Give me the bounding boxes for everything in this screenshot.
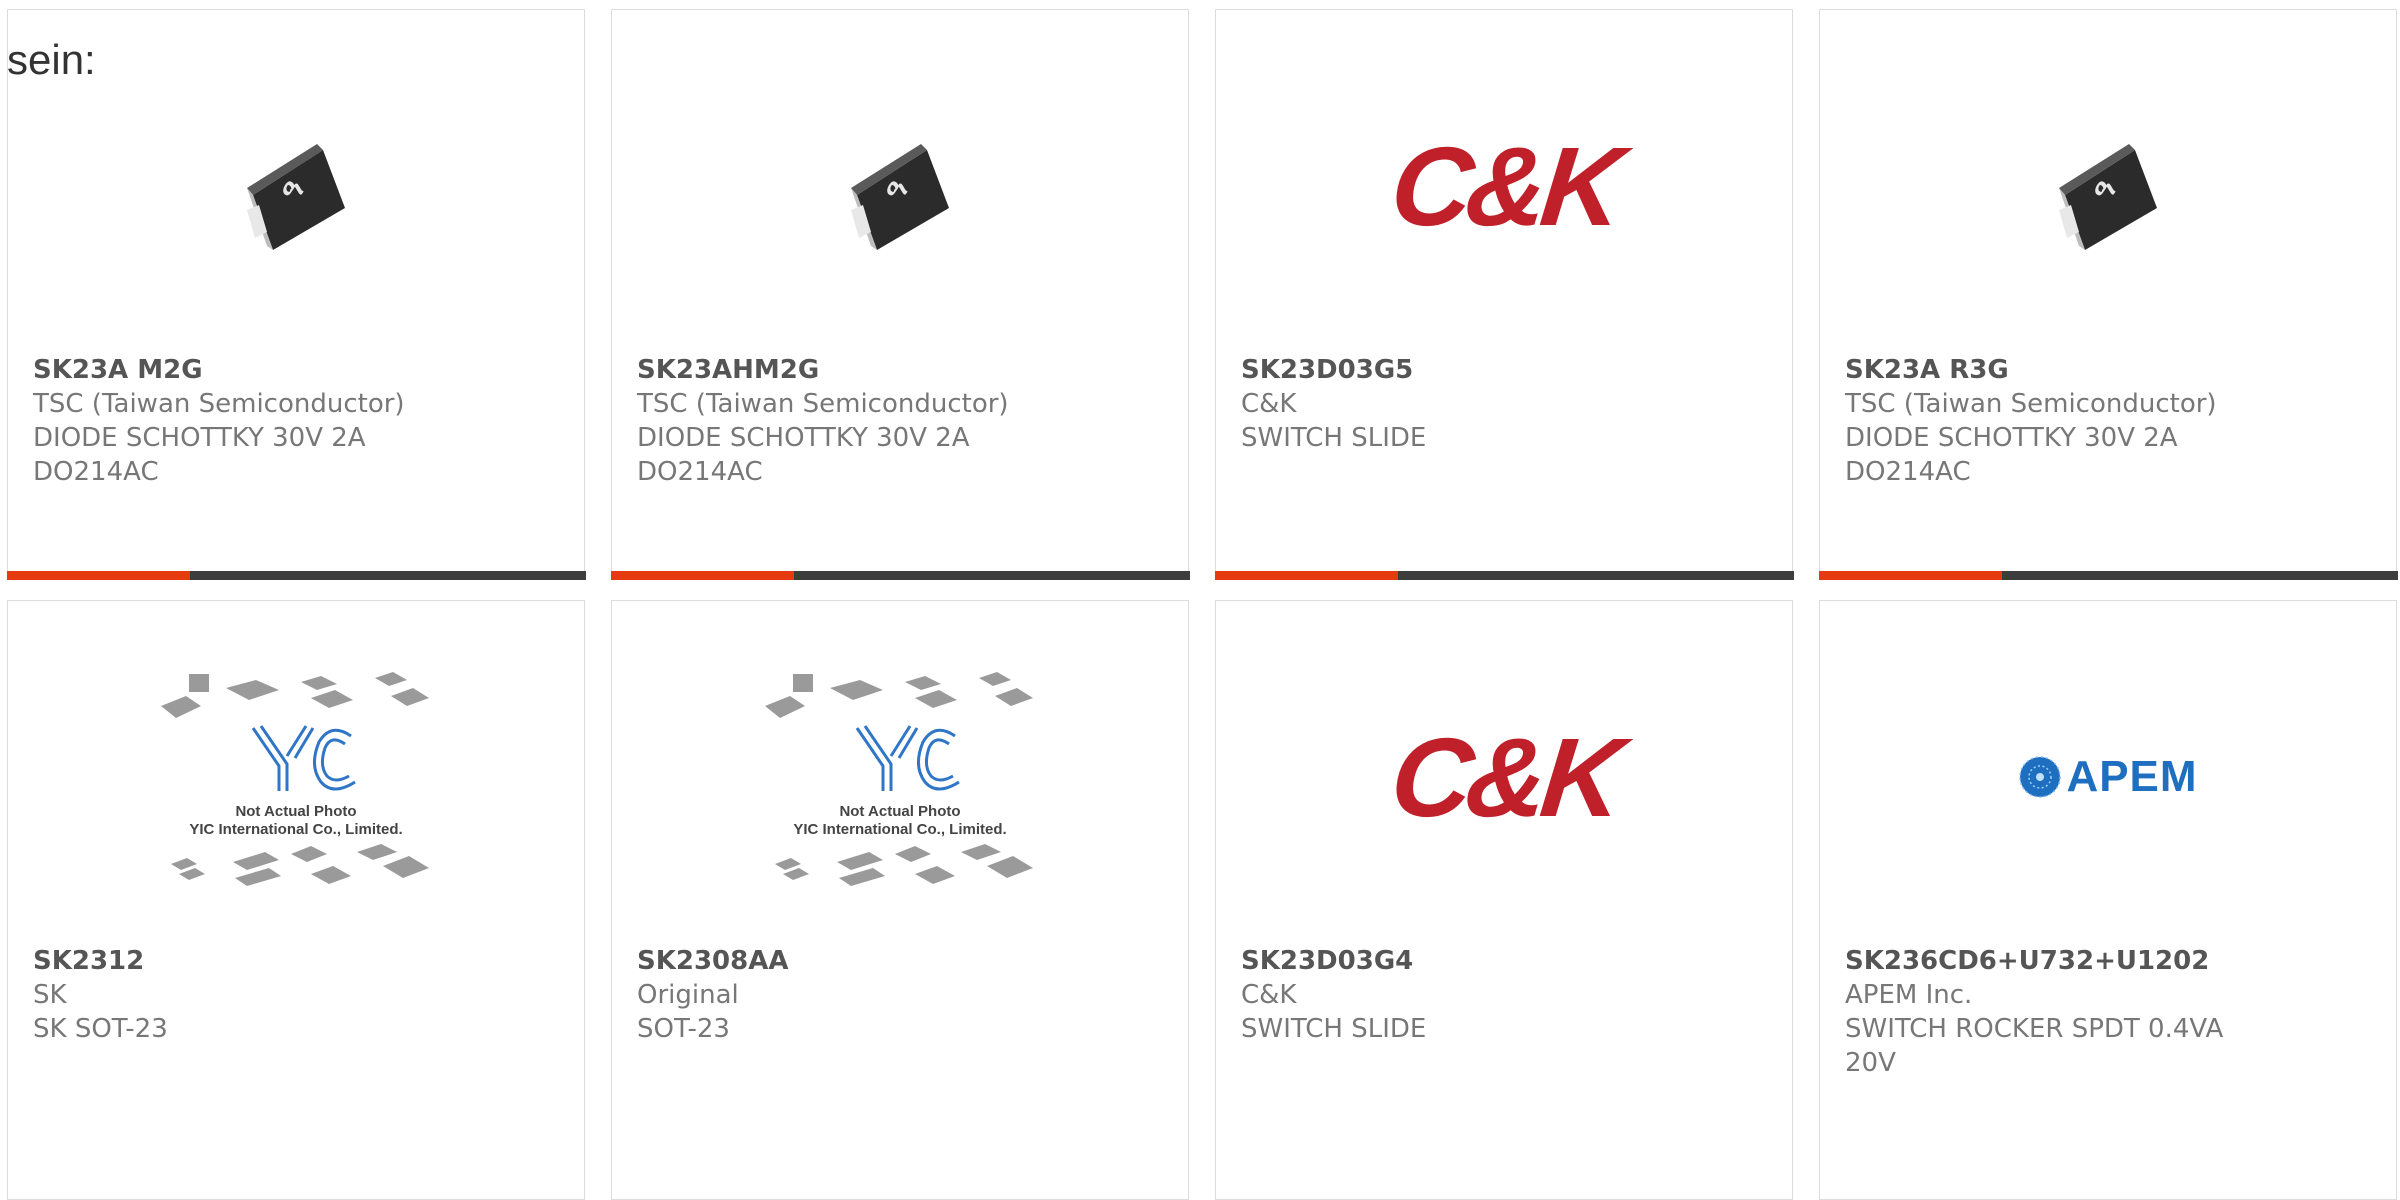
product-grid: ዓ SK23A M2G TSC (Taiwan Semiconductor) D… [6,9,2400,1200]
product-image: C&K [1216,60,1792,330]
product-card[interactable]: ዓ SK23AHM2G TSC (Taiwan Semiconductor) D… [610,9,1190,580]
ck-logo: C&K [1385,122,1623,251]
yic-caption: YIC International Co., Limited. [793,821,1006,838]
card-accent-bar [1818,570,2398,580]
product-image: ዓ [8,60,584,330]
yic-caption: YIC International Co., Limited. [189,821,402,838]
apem-logo-text: APEM [2066,752,2198,801]
product-image: APEM [1820,651,2396,921]
part-number: SK23A M2G [33,355,203,385]
part-number: SK2308AA [637,946,789,976]
description-line: SWITCH SLIDE [1241,423,1427,453]
manufacturer: TSC (Taiwan Semiconductor) [637,389,1009,419]
description-line: SWITCH SLIDE [1241,1014,1427,1044]
yic-placeholder-image: Not Actual Photo YIC International Co., … [765,672,1033,886]
part-number: SK236CD6+U732+U1202 [1845,946,2210,976]
product-card[interactable]: Not Actual Photo YIC International Co., … [611,600,1189,1200]
product-card[interactable]: Not Actual Photo YIC International Co., … [7,600,585,1200]
description-line: SK SOT-23 [33,1014,168,1044]
product-card[interactable]: ዓ SK23A R3G TSC (Taiwan Semiconductor) D… [1818,9,2398,580]
description-line: DO214AC [637,457,763,487]
product-card[interactable]: APEM SK236CD6+U732+U1202 APEM Inc. SWITC… [1819,600,2397,1200]
part-number: SK2312 [33,946,145,976]
card-accent-bar [6,570,586,580]
diode-image: ዓ [851,144,949,250]
apem-logo: APEM [2018,752,2197,802]
product-card[interactable]: C&K SK23D03G4 C&K SWITCH SLIDE [1215,600,1793,1200]
description-line: DIODE SCHOTTKY 30V 2A [637,423,970,453]
part-number: SK23D03G5 [1241,355,1414,385]
product-image: ዓ [1820,60,2396,330]
ck-logo: C&K [1385,713,1623,842]
product-card[interactable]: ዓ SK23A M2G TSC (Taiwan Semiconductor) D… [6,9,586,580]
description-line: SOT-23 [637,1014,730,1044]
manufacturer: C&K [1241,389,1297,419]
product-image: ዓ [612,60,1188,330]
product-card[interactable]: C&K SK23D03G5 C&K SWITCH SLIDE [1214,9,1794,580]
description-line: SWITCH ROCKER SPDT 0.4VA [1845,1014,2224,1044]
part-number: SK23D03G4 [1241,946,1414,976]
part-number: SK23AHM2G [637,355,820,385]
product-image: C&K [1216,651,1792,921]
yic-placeholder-image: Not Actual Photo YIC International Co., … [161,672,429,886]
part-number: SK23A R3G [1845,355,2009,385]
yic-caption: Not Actual Photo [235,803,356,820]
product-image: Not Actual Photo YIC International Co., … [8,651,584,921]
diode-image: ዓ [247,144,345,250]
ck-logo-text: C&K [1385,123,1623,249]
manufacturer: Original [637,980,739,1010]
intro-text: sein: [7,36,96,83]
manufacturer: SK [33,980,67,1010]
manufacturer: TSC (Taiwan Semiconductor) [33,389,405,419]
apem-globe-icon [2019,756,2062,798]
ck-logo-text: C&K [1385,714,1623,840]
card-accent-bar [610,570,1190,580]
card-accent-bar [1214,570,1794,580]
diode-image: ዓ [2059,144,2157,250]
manufacturer: TSC (Taiwan Semiconductor) [1845,389,2217,419]
manufacturer: APEM Inc. [1845,980,1973,1010]
description-line: DIODE SCHOTTKY 30V 2A [1845,423,2178,453]
manufacturer: C&K [1241,980,1297,1010]
description-line: DO214AC [1845,457,1971,487]
yic-caption: Not Actual Photo [839,803,960,820]
product-image: Not Actual Photo YIC International Co., … [612,651,1188,921]
description-line: DIODE SCHOTTKY 30V 2A [33,423,366,453]
description-line: 20V [1845,1048,1896,1078]
description-line: DO214AC [33,457,159,487]
